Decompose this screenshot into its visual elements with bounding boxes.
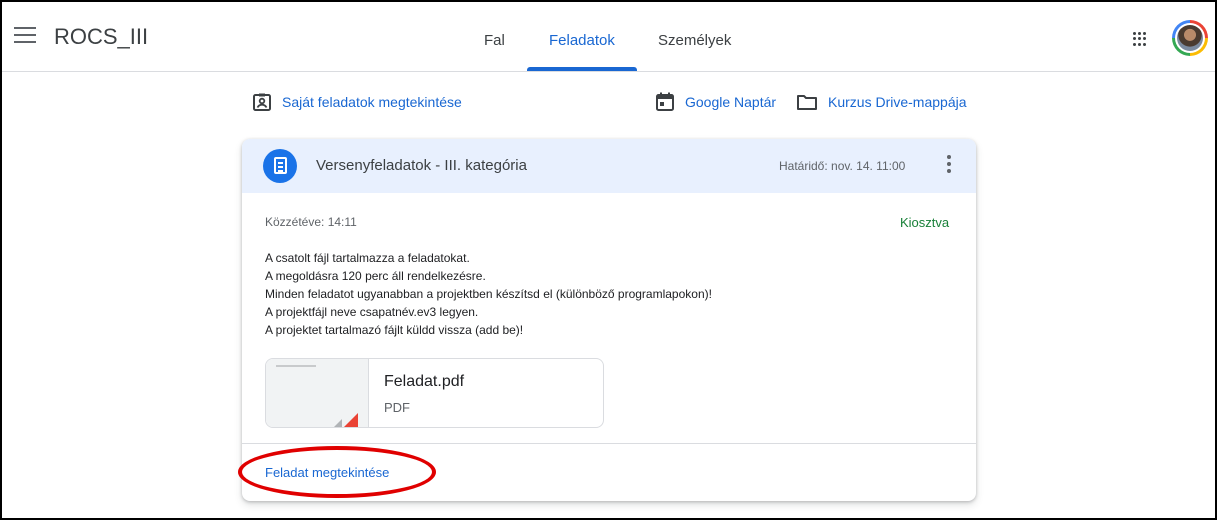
folder-icon (796, 92, 818, 112)
calendar-icon (655, 92, 675, 112)
assignment-icon (263, 149, 297, 183)
description-line: A projektfájl neve csapatnév.ev3 legyen. (265, 305, 479, 319)
assignment-description: A csatolt fájl tartalmazza a feladatokat… (265, 249, 712, 339)
tab-stream[interactable]: Fal (484, 32, 505, 49)
divider (242, 443, 976, 444)
view-assignment-link[interactable]: Feladat megtekintése (265, 465, 389, 480)
hamburger-menu-icon[interactable] (14, 27, 36, 45)
active-tab-indicator (527, 67, 637, 71)
assignment-card: Versenyfeladatok - III. kategória Határi… (242, 139, 976, 501)
description-line: A megoldásra 120 perc áll rendelkezésre. (265, 269, 486, 283)
posted-time: Közzétéve: 14:11 (265, 215, 357, 229)
google-calendar-link[interactable]: Google Naptár (655, 92, 776, 112)
status-badge: Kiosztva (900, 215, 950, 230)
class-drive-folder-link[interactable]: Kurzus Drive-mappája (796, 92, 967, 112)
more-options-icon[interactable] (942, 155, 956, 177)
assignment-ind-icon (252, 92, 272, 112)
assignment-header[interactable]: Versenyfeladatok - III. kategória Határi… (242, 139, 976, 193)
description-line: A projektet tartalmazó fájlt küldd vissz… (265, 323, 524, 337)
view-your-work-link[interactable]: Saját feladatok megtekintése (252, 92, 462, 112)
due-date: Határidő: nov. 14. 11:00 (779, 159, 906, 173)
tab-classwork[interactable]: Feladatok (549, 32, 615, 49)
view-your-work-label: Saját feladatok megtekintése (282, 94, 462, 110)
tab-people[interactable]: Személyek (658, 32, 731, 49)
assignment-title: Versenyfeladatok - III. kategória (316, 157, 527, 174)
pdf-thumbnail (266, 359, 369, 427)
google-calendar-label: Google Naptár (685, 94, 777, 110)
attachment-name: Feladat.pdf (384, 373, 465, 390)
attachment-card[interactable]: Feladat.pdf PDF (265, 358, 604, 428)
avatar[interactable] (1172, 20, 1208, 56)
class-title[interactable]: ROCS_III (54, 24, 148, 50)
attachment-type: PDF (384, 400, 410, 415)
top-bar: ROCS_III Fal Feladatok Személyek (2, 2, 1215, 72)
description-line: A csatolt fájl tartalmazza a feladatokat… (265, 251, 470, 265)
class-drive-folder-label: Kurzus Drive-mappája (828, 94, 967, 110)
apps-grid-icon[interactable] (1133, 32, 1147, 46)
description-line: Minden feladatot ugyanabban a projektben… (265, 287, 712, 301)
